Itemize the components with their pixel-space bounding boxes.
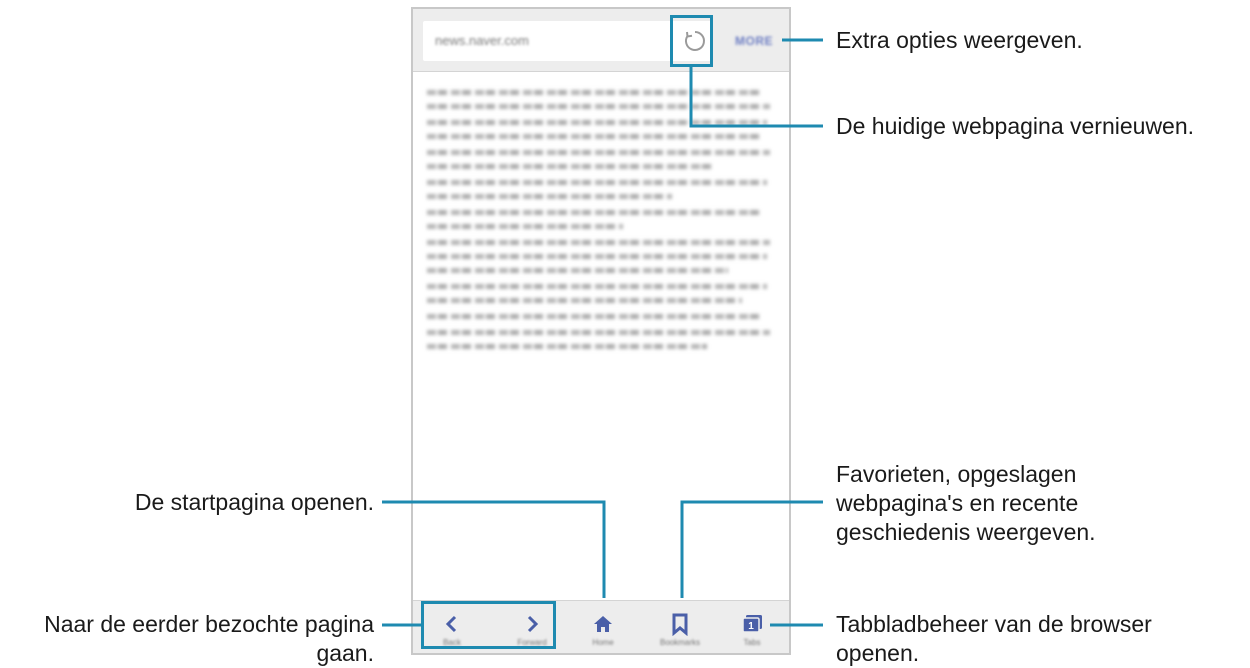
label-bookmarks-line1: Favorieten, opgeslagen [836, 461, 1077, 487]
label-bookmarks-line3: geschiedenis weergeven. [836, 519, 1096, 545]
callout-lines [382, 38, 823, 627]
label-refresh: De huidige webpagina vernieuwen. [836, 113, 1195, 139]
label-bookmarks-line2: webpagina's en recente [836, 490, 1079, 516]
label-back-forward-line1: Naar de eerder bezochte pagina [44, 611, 374, 637]
label-back-forward-line2: gaan. [316, 640, 374, 666]
label-home: De startpagina openen. [134, 489, 374, 515]
label-more: Extra opties weergeven. [836, 27, 1083, 53]
label-tabs-line1: Tabbladbeheer van de browser [836, 611, 1152, 637]
callout-line-refresh [689, 67, 823, 128]
diagram: news.naver.com MORE Back Forward Home Bo… [0, 0, 1250, 668]
callout-line-bookmarks [680, 500, 823, 598]
callout-line-home [382, 500, 606, 598]
label-tabs-line2: openen. [836, 640, 920, 666]
